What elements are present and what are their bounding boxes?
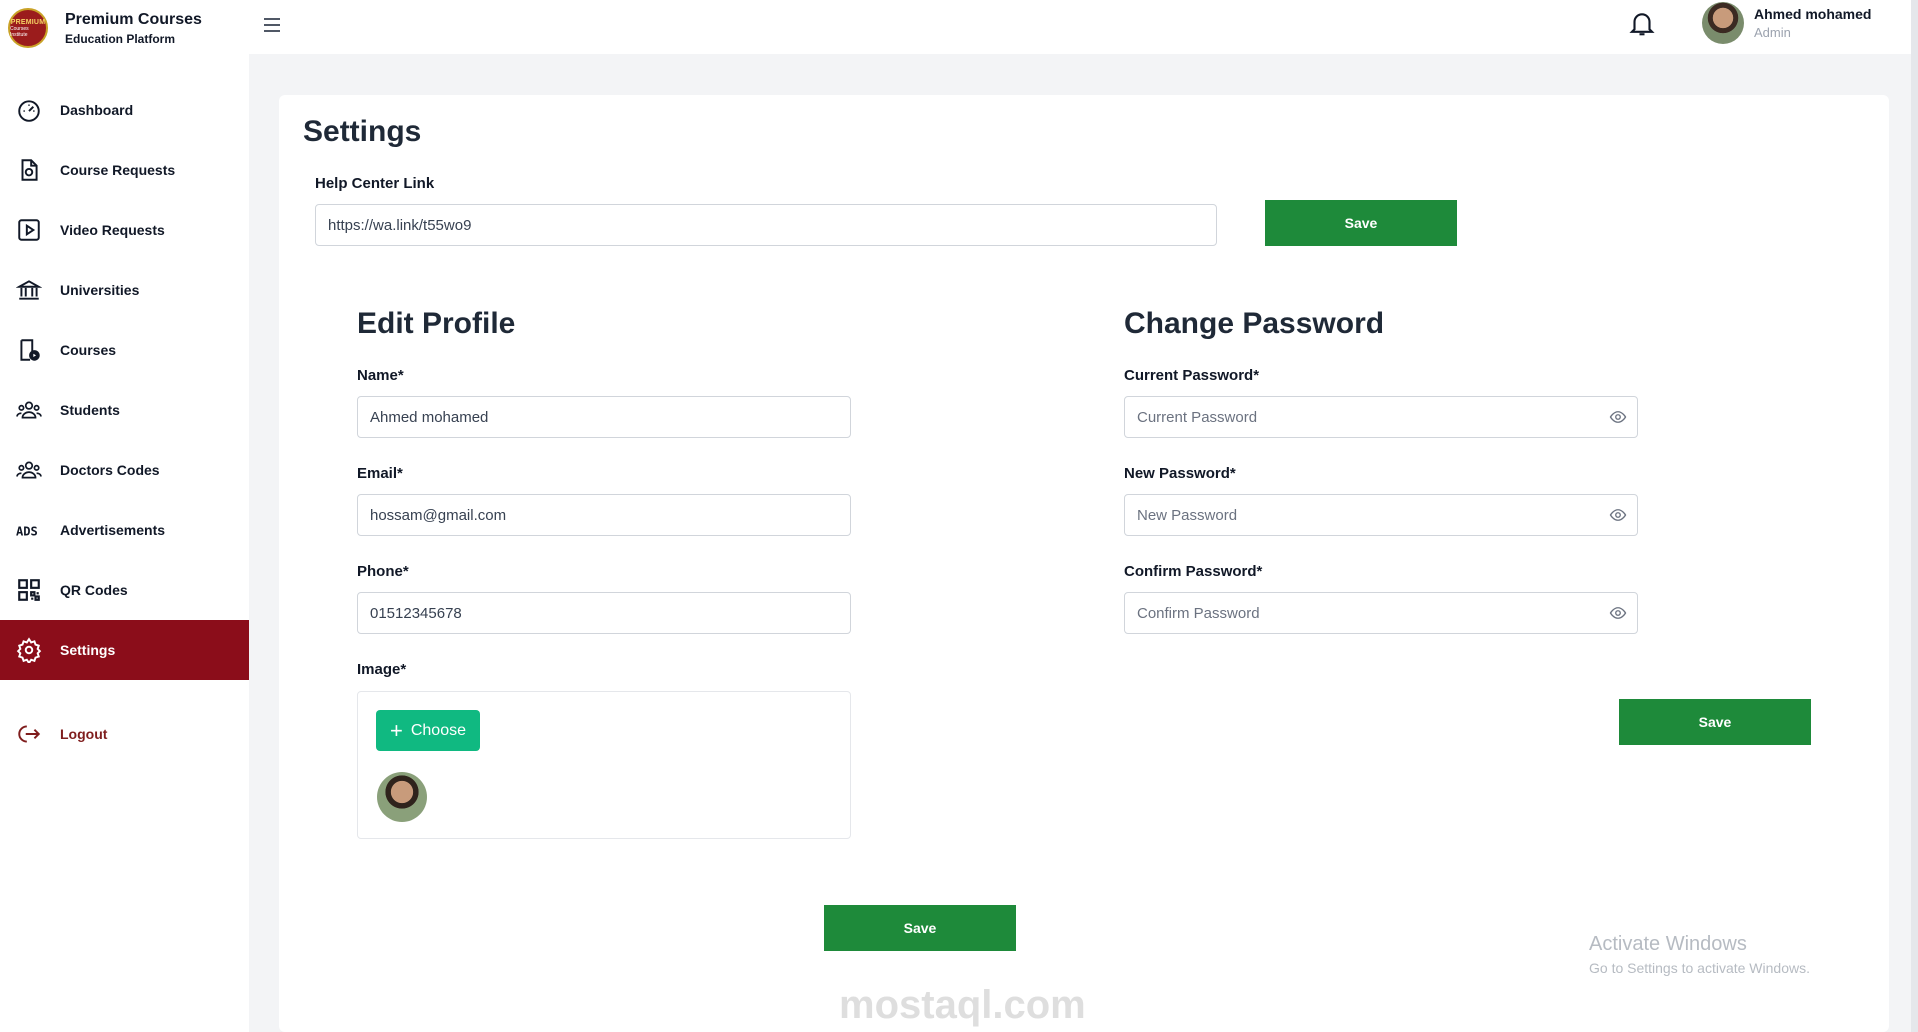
user-menu[interactable]: Ahmed mohamed Admin	[1702, 2, 1871, 44]
sidebar-item-label: Advertisements	[60, 522, 166, 538]
help-center-label: Help Center Link	[315, 175, 435, 192]
scrollbar[interactable]	[1911, 0, 1918, 1032]
sidebar-item-label: Settings	[60, 642, 116, 658]
sidebar-item-label: Universities	[60, 282, 140, 298]
sidebar-item-label: Doctors Codes	[60, 462, 160, 478]
profile-save-button[interactable]: Save	[824, 905, 1016, 951]
sidebar-item-doctors-codes[interactable]: Doctors Codes	[0, 440, 249, 500]
gear-icon	[15, 636, 43, 664]
sidebar-item-label: Students	[60, 402, 120, 418]
sidebar-item-students[interactable]: Students	[0, 380, 249, 440]
institution-icon	[15, 276, 43, 304]
logout-icon	[15, 720, 43, 748]
email-label: Email*	[357, 465, 403, 482]
current-password-input[interactable]	[1124, 396, 1638, 438]
phone-label: Phone*	[357, 563, 409, 580]
sidebar-item-label: Courses	[60, 342, 117, 358]
edit-profile-title: Edit Profile	[357, 307, 516, 340]
name-input[interactable]	[357, 396, 851, 438]
new-password-label: New Password*	[1124, 465, 1236, 482]
bell-icon[interactable]	[1627, 8, 1657, 40]
students-group-icon	[15, 396, 43, 424]
sidebar-item-label: QR Codes	[60, 582, 128, 598]
phone-input[interactable]	[357, 592, 851, 634]
plus-icon: +	[389, 717, 403, 743]
course-file-icon	[15, 336, 43, 364]
profile-image-thumbnail	[377, 772, 427, 822]
image-label: Image*	[357, 661, 407, 678]
eye-icon[interactable]	[1609, 604, 1627, 622]
qr-code-icon	[15, 576, 43, 604]
sidebar: PREMIUM Courses Institute Premium Course…	[0, 0, 249, 1032]
topbar: Ahmed mohamed Admin	[249, 0, 1911, 54]
activate-windows-watermark: Activate Windows Go to Settings to activ…	[1589, 933, 1810, 976]
password-save-button[interactable]: Save	[1619, 699, 1811, 745]
sidebar-item-qr-codes[interactable]: QR Codes	[0, 560, 249, 620]
logo-line-1: PREMIUM	[10, 18, 46, 26]
confirm-password-input[interactable]	[1124, 592, 1638, 634]
svg-text:ADS: ADS	[16, 525, 38, 539]
settings-card: Settings Help Center Link Save Edit Prof…	[279, 95, 1889, 1032]
avatar	[1702, 2, 1744, 44]
user-name: Ahmed mohamed	[1754, 6, 1872, 22]
sidebar-item-dashboard[interactable]: Dashboard	[0, 80, 249, 140]
activate-windows-subtitle: Go to Settings to activate Windows.	[1589, 960, 1810, 976]
eye-icon[interactable]	[1609, 506, 1627, 524]
sidebar-item-video-requests[interactable]: Video Requests	[0, 200, 249, 260]
image-upload-box: + Choose	[357, 691, 851, 839]
doctors-group-icon	[15, 456, 43, 484]
dashboard-gauge-icon	[15, 96, 43, 124]
brand-title: Premium Courses	[65, 10, 202, 28]
choose-label: Choose	[410, 721, 466, 739]
eye-icon[interactable]	[1609, 408, 1627, 426]
logout-label: Logout	[60, 726, 108, 742]
logo-line-2: Courses Institute	[10, 25, 29, 38]
activate-windows-title: Activate Windows	[1589, 933, 1747, 955]
brand[interactable]: PREMIUM Courses Institute Premium Course…	[8, 8, 202, 48]
confirm-password-label: Confirm Password*	[1124, 563, 1263, 580]
sidebar-item-course-requests[interactable]: Course Requests	[0, 140, 249, 200]
mostaql-watermark: mostaql.com	[839, 983, 1086, 1027]
sidebar-item-settings[interactable]: Settings	[0, 620, 249, 680]
help-center-save-button[interactable]: Save	[1265, 200, 1457, 246]
brand-subtitle: Education Platform	[65, 31, 176, 46]
sidebar-item-universities[interactable]: Universities	[0, 260, 249, 320]
document-icon	[15, 156, 43, 184]
sidebar-item-courses[interactable]: Courses	[0, 320, 249, 380]
video-play-icon	[15, 216, 43, 244]
sidebar-item-label: Course Requests	[60, 162, 176, 178]
current-password-label: Current Password*	[1124, 367, 1260, 384]
page-title: Settings	[303, 115, 422, 148]
name-label: Name*	[357, 367, 404, 384]
email-input[interactable]	[357, 494, 851, 536]
user-role: Admin	[1754, 25, 1791, 40]
sidebar-item-advertisements[interactable]: ADS Advertisements	[0, 500, 249, 560]
hamburger-menu-icon[interactable]	[260, 13, 284, 37]
choose-image-button[interactable]: + Choose	[376, 710, 480, 751]
help-center-input[interactable]	[315, 204, 1217, 246]
sidebar-item-label: Video Requests	[60, 222, 165, 238]
sidebar-nav: Dashboard Course Requests Video Requests…	[0, 80, 249, 764]
change-password-title: Change Password	[1124, 307, 1385, 340]
ads-icon: ADS	[15, 516, 43, 544]
sidebar-item-label: Dashboard	[60, 102, 134, 118]
new-password-input[interactable]	[1124, 494, 1638, 536]
logout-button[interactable]: Logout	[0, 704, 249, 764]
brand-logo: PREMIUM Courses Institute	[8, 8, 48, 48]
